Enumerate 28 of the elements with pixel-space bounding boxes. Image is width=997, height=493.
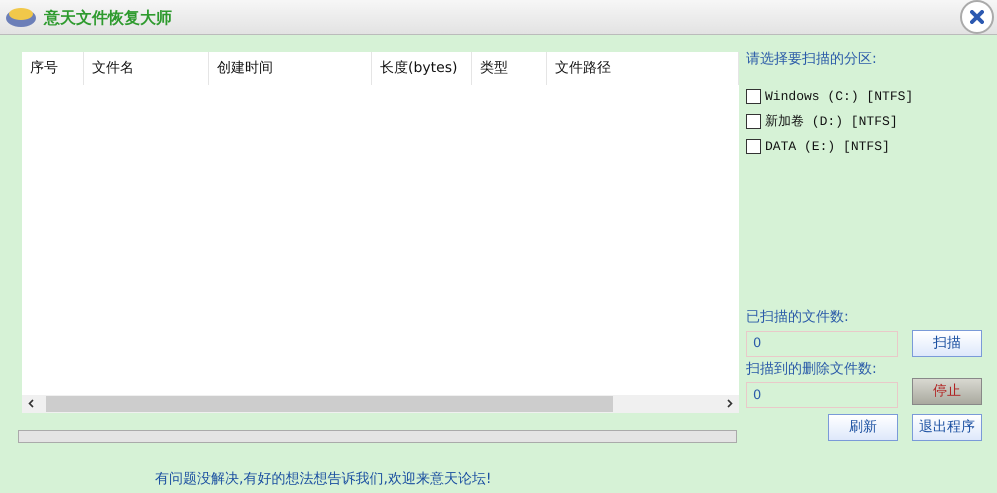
checkbox[interactable]	[746, 114, 761, 129]
deleted-count-field[interactable]: 0	[746, 382, 898, 408]
column-header[interactable]: 创建时间	[209, 52, 372, 85]
scanned-count-label: 已扫描的文件数:	[746, 308, 850, 327]
partition-label[interactable]: DATA (E:) [NTFS]	[765, 136, 890, 156]
partition-label[interactable]: Windows (C:) [NTFS]	[765, 86, 914, 106]
column-header[interactable]: 文件路径	[547, 52, 739, 85]
scroll-left-icon[interactable]	[28, 399, 34, 408]
close-button[interactable]	[960, 0, 994, 34]
column-header[interactable]: 类型	[472, 52, 547, 85]
deleted-count-label: 扫描到的删除文件数:	[746, 360, 878, 379]
checkbox[interactable]	[746, 139, 761, 154]
exit-button[interactable]: 退出程序	[912, 414, 982, 441]
column-header[interactable]: 文件名	[84, 52, 209, 85]
scroll-right-icon[interactable]	[727, 399, 733, 408]
checkbox[interactable]	[746, 89, 761, 104]
stop-button[interactable]: 停止	[912, 378, 982, 404]
partition-label[interactable]: 新加卷 (D:) [NTFS]	[765, 112, 898, 132]
partition-label: 请选择要扫描的分区:	[746, 50, 878, 69]
window-title: 意天文件恢复大师	[44, 7, 172, 29]
horizontal-scrollbar[interactable]	[22, 395, 739, 413]
scanned-count-field[interactable]: 0	[746, 330, 898, 356]
refresh-button[interactable]: 刷新	[828, 414, 898, 441]
forum-link[interactable]: 有问题没解决,有好的想法想告诉我们,欢迎来意天论坛!	[155, 471, 492, 487]
column-header[interactable]: 长度(bytes)	[372, 52, 472, 85]
close-icon	[970, 10, 984, 24]
scan-button[interactable]: 扫描	[912, 330, 982, 357]
column-header[interactable]: 序号	[22, 52, 84, 85]
